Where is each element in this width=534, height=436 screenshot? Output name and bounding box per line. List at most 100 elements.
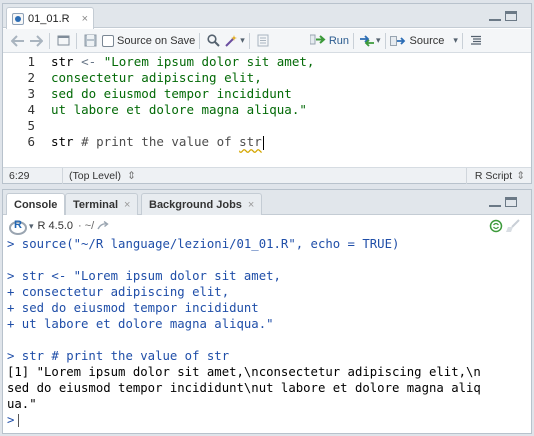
maximize-icon[interactable]	[505, 11, 517, 21]
line-number: 3	[27, 86, 35, 101]
editor-statusbar: 6:29 (Top Level) ⇕ R Script ⇕	[3, 167, 531, 184]
forward-arrow-icon[interactable]	[27, 32, 45, 50]
text-cursor	[262, 135, 264, 150]
source-on-save-checkbox[interactable]	[102, 34, 114, 47]
code-token: ut labore et dolore magna aliqua."	[51, 102, 307, 117]
cursor-position: 6:29	[3, 167, 63, 184]
r-file-icon	[12, 12, 24, 25]
toolbar-separator	[461, 32, 463, 49]
file-type-updown-icon: ⇕	[516, 169, 525, 182]
go-to-directory-icon[interactable]	[97, 221, 109, 231]
code-editor[interactable]: 123456 str <- "Lorem ipsum dolor sit ame…	[3, 54, 531, 167]
wand-dropdown-icon[interactable]: ▾	[240, 35, 245, 46]
scope-label: (Top Level)	[69, 169, 121, 182]
code-line[interactable]: consectetur adipiscing elit,	[51, 70, 314, 86]
toolbar-separator	[49, 32, 50, 49]
console-subheader: ▾ R 4.5.0 · ~/	[3, 216, 531, 236]
code-line[interactable]: str <- "Lorem ipsum dolor sit amet,	[51, 54, 314, 70]
console-window-controls	[489, 197, 517, 207]
interrupt-icon[interactable]	[489, 219, 503, 233]
console-line: + ut labore et dolore magna aliqua."	[7, 317, 274, 331]
source-on-save-label: Source on Save	[117, 34, 196, 47]
scope-selector[interactable]: (Top Level) ⇕	[63, 167, 467, 184]
source-button[interactable]: Source ▾	[389, 31, 458, 51]
r-version: R 4.5.0	[37, 220, 73, 232]
console-scrollbar[interactable]	[522, 258, 528, 408]
outline-icon[interactable]	[467, 32, 485, 50]
source-on-save-toggle[interactable]: Source on Save	[102, 31, 195, 51]
line-number: 2	[27, 70, 35, 85]
code-token: sed do eiusmod tempor incididunt	[51, 86, 292, 101]
tab-terminal[interactable]: Terminal ×	[65, 193, 139, 215]
close-icon[interactable]: ×	[82, 13, 88, 25]
code-line[interactable]: str # print the value of str	[51, 134, 314, 150]
save-icon[interactable]	[81, 32, 99, 50]
console-output[interactable]: > source("~/R language/lezioni/01_01.R",…	[7, 236, 529, 428]
close-icon[interactable]: ×	[124, 199, 130, 211]
source-window-controls	[489, 11, 517, 21]
code-token: <-	[73, 54, 104, 69]
console-tabbar: Console Terminal × Background Jobs ×	[3, 190, 531, 215]
line-number: 4	[27, 102, 35, 117]
code-line[interactable]: sed do eiusmod tempor incididunt	[51, 86, 314, 102]
run-label: Run	[328, 34, 349, 47]
minimize-icon[interactable]	[489, 11, 501, 21]
source-pane: 01_01.R × Source on Save ▾ Run ▾ Source …	[2, 3, 532, 184]
rerun-dropdown-icon[interactable]: ▾	[376, 35, 381, 46]
console-line: + consectetur adipiscing elit,	[7, 285, 230, 299]
console-prompt[interactable]: >	[7, 412, 529, 428]
r-logo-icon	[9, 219, 27, 235]
code-token: str	[51, 134, 74, 149]
search-icon[interactable]	[204, 32, 222, 50]
clear-console-broom-icon[interactable]	[505, 219, 521, 233]
tab-label: Background Jobs	[149, 198, 242, 211]
code-token: consectetur adipiscing elit,	[51, 70, 262, 85]
source-label: Source	[409, 34, 445, 47]
prompt-symbol: >	[7, 413, 15, 427]
working-directory[interactable]: · ~/	[78, 220, 94, 232]
file-type-selector[interactable]: R Script ⇕	[469, 168, 531, 184]
magic-wand-icon[interactable]	[222, 32, 240, 50]
code-token: # print the value of	[73, 134, 240, 149]
code-token: str	[239, 134, 262, 149]
source-arrow-icon	[389, 35, 406, 47]
toolbar-separator	[353, 32, 354, 49]
toolbar-separator	[384, 32, 386, 49]
compile-report-icon[interactable]	[254, 32, 272, 50]
maximize-icon[interactable]	[505, 197, 517, 207]
open-in-window-icon[interactable]	[54, 32, 72, 50]
source-tabbar: 01_01.R ×	[3, 4, 531, 29]
code-lines[interactable]: str <- "Lorem ipsum dolor sit amet, conse…	[51, 54, 314, 150]
r-version-dropdown-icon[interactable]: ▾	[29, 221, 34, 232]
console-line: ua."	[7, 397, 37, 411]
toolbar-separator	[199, 32, 201, 49]
tab-console[interactable]: Console	[6, 193, 66, 215]
console-line: [1] "Lorem ipsum dolor sit amet,\nconsec…	[7, 365, 481, 379]
tab-background-jobs[interactable]: Background Jobs ×	[141, 193, 263, 215]
file-type-label: R Script	[474, 169, 513, 182]
toolbar-separator	[248, 32, 250, 49]
console-line: + sed do eiusmod tempor incididunt	[7, 301, 259, 315]
minimize-icon[interactable]	[489, 197, 501, 207]
tab-01-01-r[interactable]: 01_01.R ×	[6, 7, 94, 29]
code-line[interactable]: ut labore et dolore magna aliqua."	[51, 102, 314, 118]
tab-label: Terminal	[73, 198, 119, 211]
console-line: > str # print the value of str	[7, 349, 230, 363]
toolbar-separator	[76, 32, 77, 49]
source-toolbar: Source on Save ▾ Run ▾ Source ▾	[3, 29, 531, 53]
line-number-gutter: 123456	[3, 54, 43, 167]
back-arrow-icon[interactable]	[9, 32, 27, 50]
tab-label: 01_01.R	[28, 12, 70, 25]
rerun-icon[interactable]	[358, 32, 376, 50]
close-icon[interactable]: ×	[248, 199, 254, 211]
code-line[interactable]	[51, 118, 314, 134]
console-line: > source("~/R language/lezioni/01_01.R",…	[7, 237, 400, 251]
line-number: 6	[27, 134, 35, 149]
source-dropdown-icon[interactable]: ▾	[453, 35, 458, 46]
run-arrow-icon	[309, 34, 326, 48]
run-button[interactable]: Run	[309, 31, 349, 51]
line-number: 5	[27, 118, 35, 133]
console-pane: Console Terminal × Background Jobs × ▾ R…	[2, 189, 532, 434]
